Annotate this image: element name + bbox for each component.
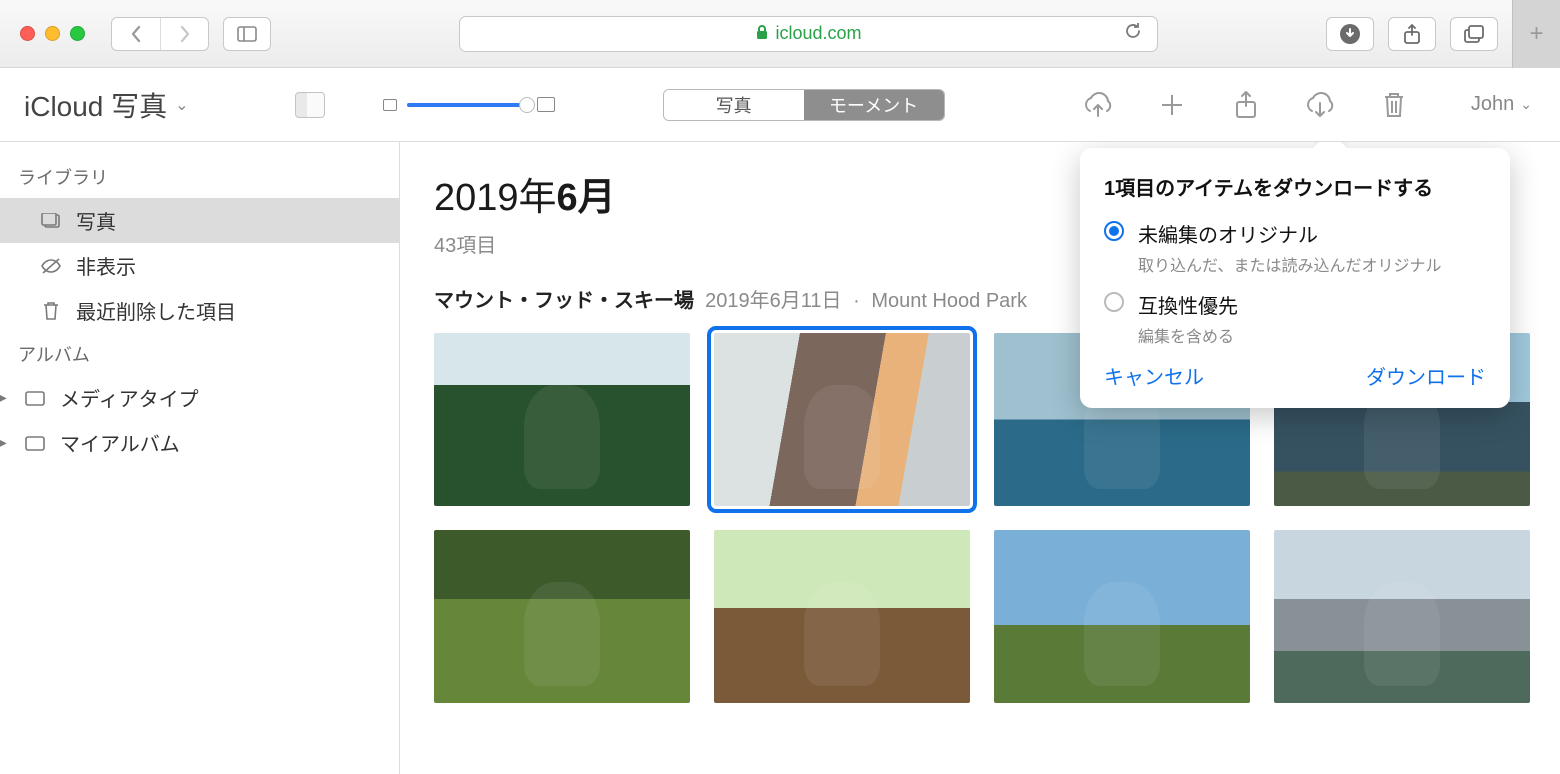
thumb-large-icon: [537, 97, 555, 112]
content-area: 2019年6月 43項目 マウント・フッド・スキー場 2019年6月11日 · …: [400, 142, 1560, 774]
sidebar-item-recently-deleted[interactable]: 最近削除した項目: [0, 288, 399, 333]
upload-button[interactable]: [1081, 88, 1115, 122]
chevron-down-icon: ⌄: [1520, 96, 1532, 113]
dot-separator: ·: [853, 290, 860, 312]
thumbnail-size-slider[interactable]: [383, 97, 555, 112]
photos-icon: [40, 213, 62, 229]
location-name: マウント・フッド・スキー場: [434, 290, 694, 312]
add-button[interactable]: [1155, 88, 1189, 122]
nav-buttons: [111, 17, 209, 51]
window-controls: [20, 26, 85, 41]
browser-toolbar: icloud.com +: [0, 0, 1560, 68]
lock-icon: [755, 24, 769, 44]
reload-icon[interactable]: [1123, 21, 1143, 47]
hidden-icon: [40, 257, 62, 275]
sidebar-item-label: 写真: [76, 206, 116, 235]
sidebar-toggle-button[interactable]: [295, 92, 325, 118]
sidebar-item-label: 最近削除した項目: [76, 296, 236, 325]
sidebar-item-label: 非表示: [76, 251, 136, 280]
option-description: 取り込んだ、または読み込んだオリジナル: [1138, 252, 1442, 276]
segment-photos[interactable]: 写真: [664, 90, 804, 120]
action-icons: John ⌄: [1081, 88, 1560, 122]
chevron-down-icon: ⌄: [175, 95, 188, 115]
delete-button[interactable]: [1377, 88, 1411, 122]
sidebar-item-label: マイアルバム: [60, 428, 180, 457]
disclosure-triangle-icon: ▶: [0, 434, 10, 451]
option-most-compatible[interactable]: 互換性優先 編集を含める: [1104, 290, 1486, 347]
sidebar-library-header: ライブラリ: [0, 156, 399, 198]
photo-thumbnail[interactable]: [434, 333, 690, 506]
zoom-window-button[interactable]: [70, 26, 85, 41]
sidebar-item-label: メディアタイプ: [60, 383, 199, 412]
share-browser-button[interactable]: [1388, 17, 1436, 51]
month-label: 6月: [557, 177, 616, 219]
disclosure-triangle-icon: ▶: [0, 389, 10, 406]
photo-thumbnail[interactable]: [434, 530, 690, 703]
cancel-button[interactable]: キャンセル: [1104, 361, 1204, 390]
sidebar-group-myalbums[interactable]: ▶ マイアルバム: [0, 420, 399, 465]
tabs-button[interactable]: [1450, 17, 1498, 51]
radio-checked-icon[interactable]: [1104, 221, 1124, 241]
year-label: 2019年: [434, 177, 557, 219]
share-button[interactable]: [1229, 88, 1263, 122]
folder-icon: [24, 390, 46, 406]
photo-thumbnail[interactable]: [714, 530, 970, 703]
app-title-dropdown[interactable]: iCloud 写真 ⌄: [24, 85, 189, 125]
close-window-button[interactable]: [20, 26, 35, 41]
option-label: 互換性優先: [1138, 290, 1238, 319]
option-label: 未編集のオリジナル: [1138, 219, 1442, 248]
moment-date: 2019年6月11日: [705, 290, 841, 312]
view-segment: 写真 モーメント: [663, 89, 945, 121]
option-description: 編集を含める: [1138, 323, 1238, 347]
sidebar-item-photos[interactable]: 写真: [0, 198, 399, 243]
photo-thumbnail[interactable]: [994, 530, 1250, 703]
thumb-small-icon: [383, 99, 397, 111]
sidebar-albums-header: アルバム: [0, 333, 399, 375]
downloads-button[interactable]: [1326, 17, 1374, 51]
app-toolbar: iCloud 写真 ⌄ 写真 モーメント John ⌄: [0, 68, 1560, 142]
photo-thumbnail-selected[interactable]: [714, 333, 970, 506]
user-menu[interactable]: John ⌄: [1471, 93, 1532, 116]
download-button[interactable]: [1303, 88, 1337, 122]
minimize-window-button[interactable]: [45, 26, 60, 41]
forward-button[interactable]: [160, 18, 208, 50]
slider-knob[interactable]: [519, 97, 535, 113]
sidebar: ライブラリ 写真 非表示 最近削除した項目 アルバム ▶ メディアタ: [0, 142, 400, 774]
option-unmodified-original[interactable]: 未編集のオリジナル 取り込んだ、または読み込んだオリジナル: [1104, 219, 1486, 276]
sidebar-item-hidden[interactable]: 非表示: [0, 243, 399, 288]
user-name: John: [1471, 93, 1514, 116]
trash-icon: [40, 301, 62, 321]
sidebar-browser-button[interactable]: [223, 17, 271, 51]
download-confirm-button[interactable]: ダウンロード: [1366, 361, 1486, 390]
popover-title: 1項目のアイテムをダウンロードする: [1104, 172, 1486, 201]
photo-thumbnail[interactable]: [1274, 530, 1530, 703]
app-title-text: iCloud 写真: [24, 85, 167, 125]
back-button[interactable]: [112, 18, 160, 50]
folder-icon: [24, 435, 46, 451]
radio-unchecked-icon[interactable]: [1104, 292, 1124, 312]
slider-track[interactable]: [407, 103, 527, 107]
segment-moments[interactable]: モーメント: [804, 90, 944, 120]
sidebar-group-mediatypes[interactable]: ▶ メディアタイプ: [0, 375, 399, 420]
address-bar[interactable]: icloud.com: [459, 16, 1158, 52]
new-tab-button[interactable]: +: [1512, 0, 1560, 68]
url-text: icloud.com: [775, 23, 861, 44]
moment-place: Mount Hood Park: [871, 290, 1027, 312]
download-popover: 1項目のアイテムをダウンロードする 未編集のオリジナル 取り込んだ、または読み込…: [1080, 148, 1510, 408]
